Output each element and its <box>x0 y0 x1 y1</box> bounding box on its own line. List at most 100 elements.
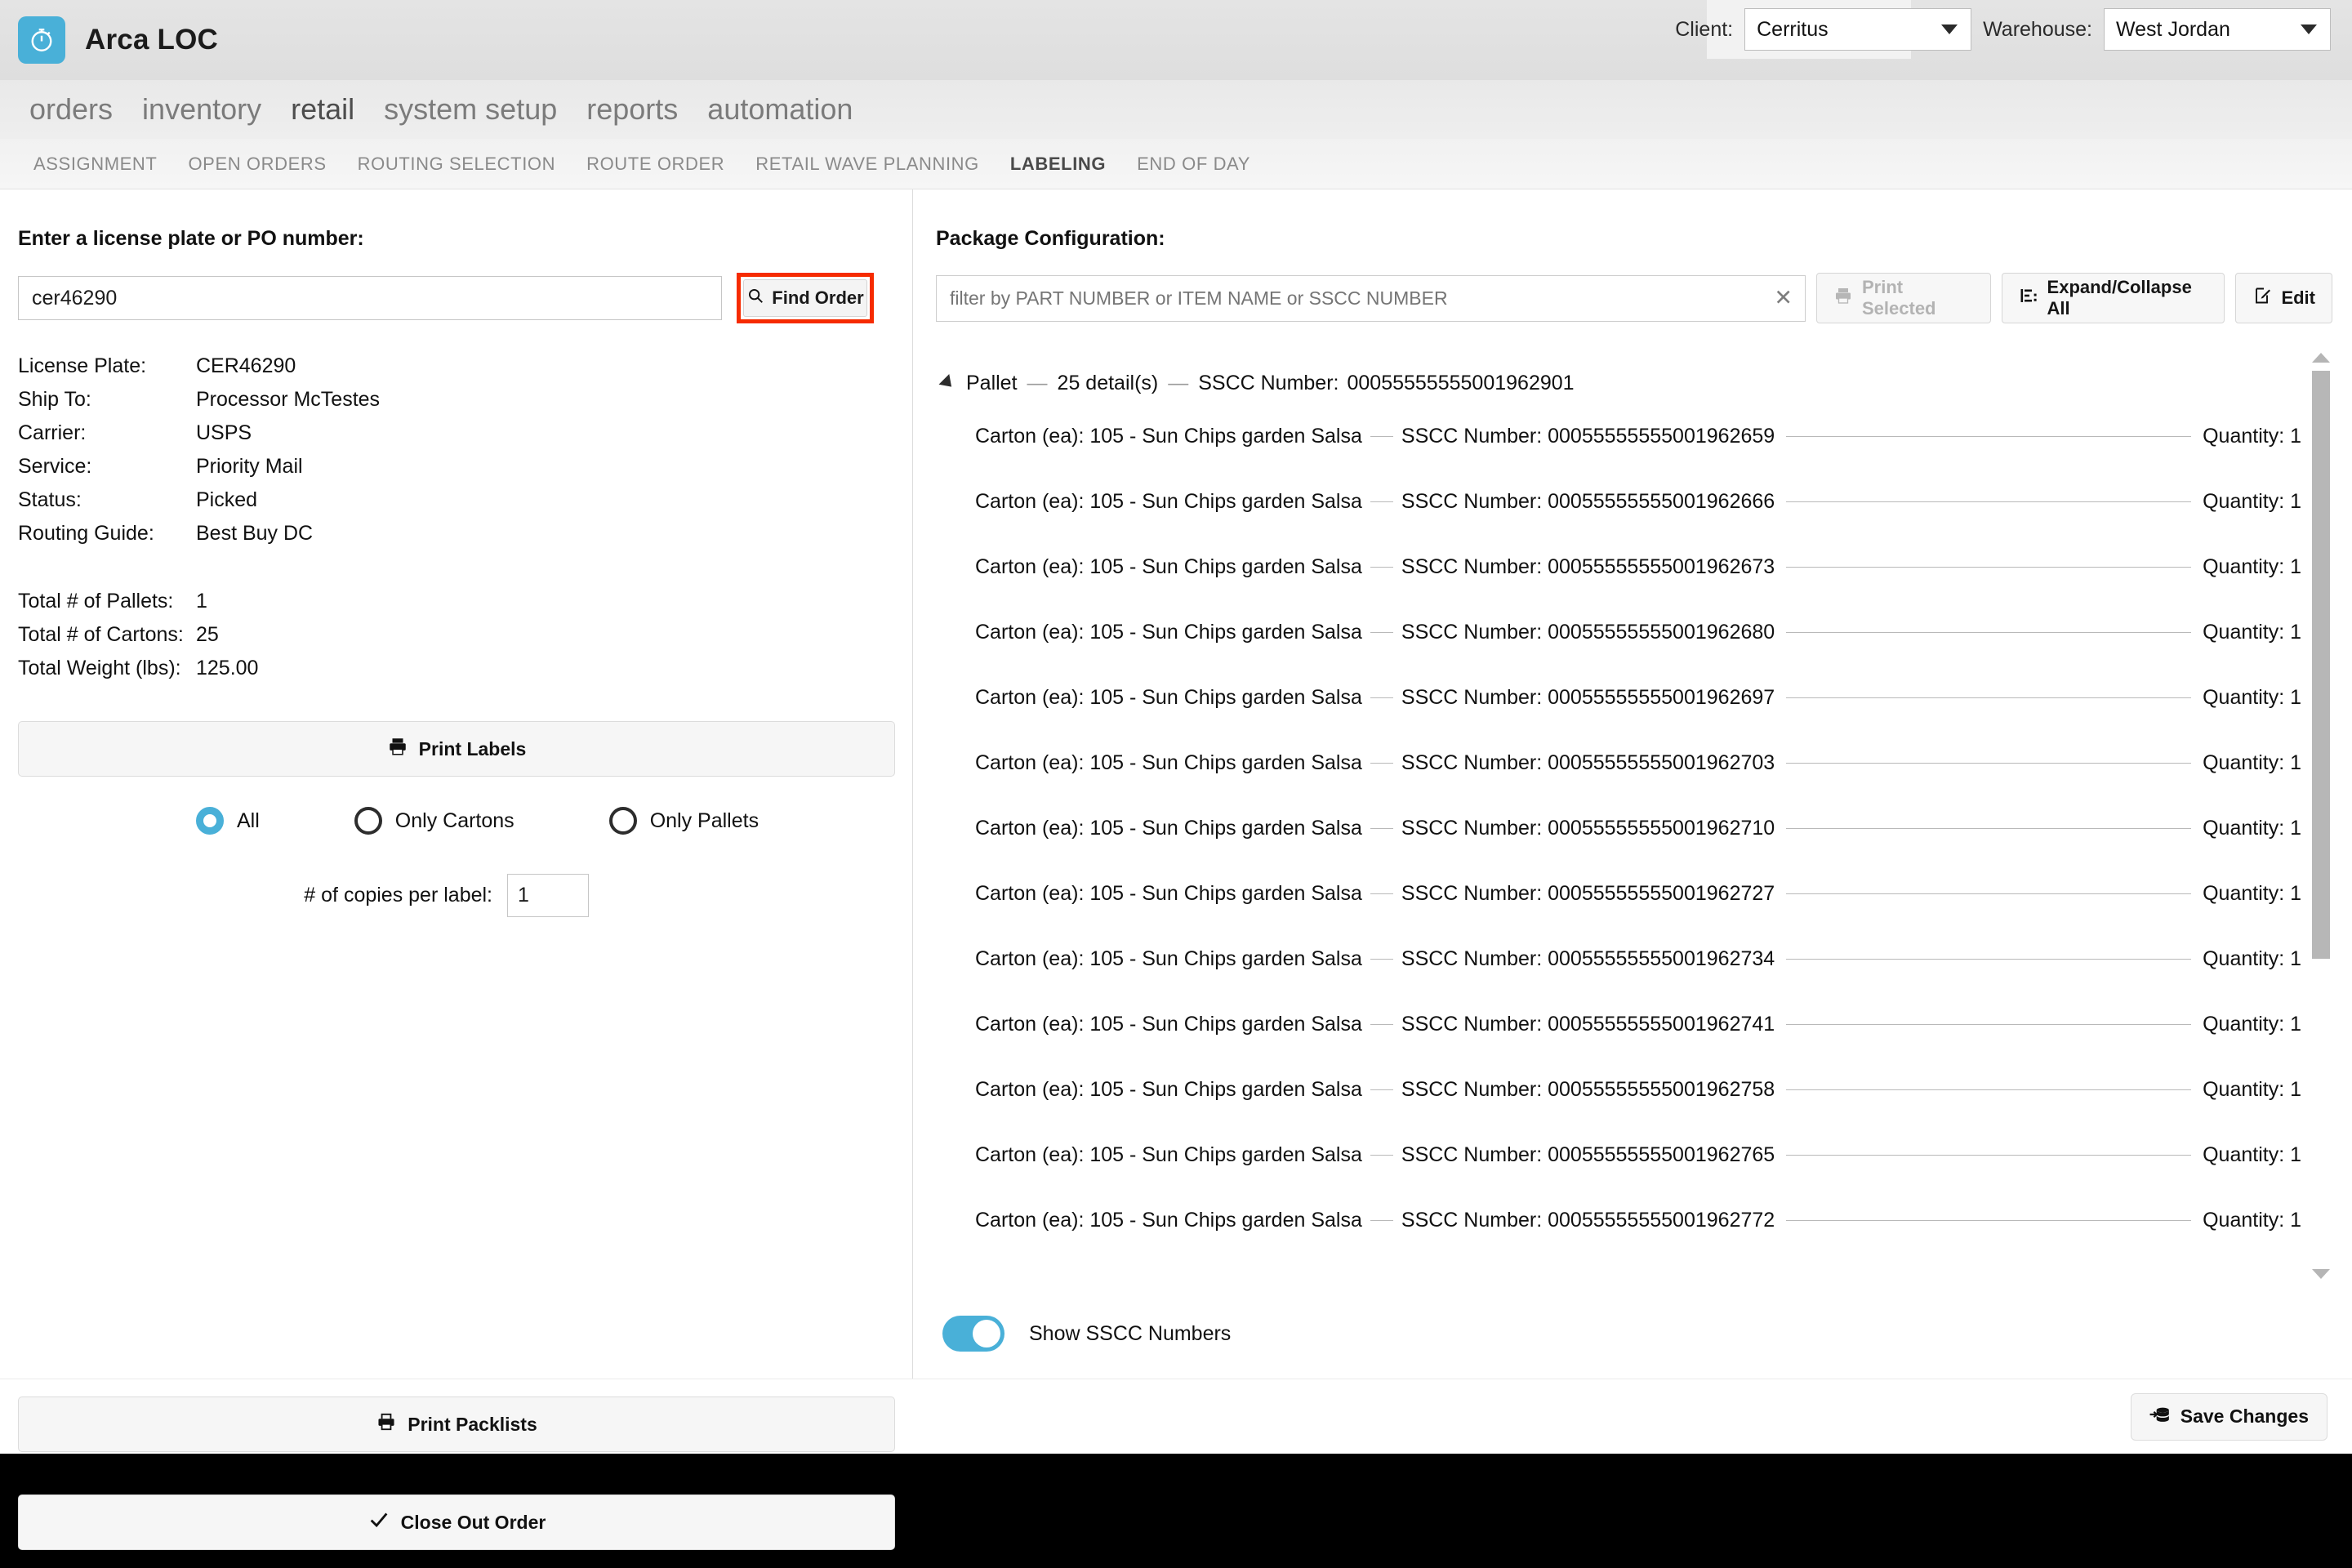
package-tree-wrap: Pallet — 25 detail(s) — SSCC Number: 000… <box>936 348 2332 1289</box>
pallet-row[interactable]: Pallet — 25 detail(s) — SSCC Number: 000… <box>936 363 2310 403</box>
copies-label: # of copies per label: <box>304 884 492 906</box>
carton-quantity: Quantity: 1 <box>2203 424 2301 448</box>
nav-item-orders[interactable]: orders <box>15 92 127 127</box>
carton-sscc: SSCC Number: 00055555555001962666 <box>1401 489 1775 513</box>
save-database-icon <box>2149 1404 2171 1430</box>
edit-label: Edit <box>2281 287 2315 308</box>
total-value: 1 <box>196 590 207 612</box>
carton-quantity: Quantity: 1 <box>2203 881 2301 905</box>
edit-icon <box>2252 286 2272 310</box>
subnav-item-assignment[interactable]: ASSIGNMENT <box>18 154 172 175</box>
copies-row: # of copies per label: <box>18 874 894 917</box>
carton-quantity: Quantity: 1 <box>2203 555 2301 578</box>
carton-description: Carton (ea): 105 - Sun Chips garden Sals… <box>975 685 1362 709</box>
carton-sscc: SSCC Number: 00055555555001962697 <box>1401 685 1775 709</box>
warehouse-select[interactable]: West Jordan <box>2104 8 2331 51</box>
subnav-item-routing-selection[interactable]: ROUTING SELECTION <box>342 154 571 175</box>
carton-row[interactable]: Carton (ea): 105 - Sun Chips garden Sals… <box>936 926 2310 991</box>
print-packlists-button[interactable]: Print Packlists <box>18 1396 895 1452</box>
scroll-up-icon[interactable] <box>2312 353 2330 363</box>
order-totals: Total # of Pallets: 1 Total # of Cartons… <box>18 590 894 690</box>
print-labels-button[interactable]: Print Labels <box>18 721 895 777</box>
divider <box>1370 762 1393 764</box>
carton-quantity: Quantity: 1 <box>2203 1012 2301 1036</box>
radio-only-pallets-label: Only Pallets <box>649 808 760 832</box>
detail-key: Routing Guide: <box>18 522 154 545</box>
carton-row[interactable]: Carton (ea): 105 - Sun Chips garden Sals… <box>936 1057 2310 1122</box>
check-icon <box>368 1508 390 1536</box>
subnav-item-labeling[interactable]: LABELING <box>995 154 1121 175</box>
detail-row: Ship To: Processor McTestes <box>18 388 894 421</box>
chevron-down-icon <box>1941 24 1958 34</box>
carton-row[interactable]: Carton (ea): 105 - Sun Chips garden Sals… <box>936 534 2310 599</box>
close-out-order-button[interactable]: Close Out Order <box>18 1494 895 1550</box>
radio-only-pallets[interactable]: Only Pallets <box>608 807 760 835</box>
nav-item-retail[interactable]: retail <box>276 92 369 127</box>
carton-row[interactable]: Carton (ea): 105 - Sun Chips garden Sals… <box>936 861 2310 926</box>
license-plate-input[interactable] <box>18 276 722 320</box>
radio-only-cartons[interactable]: Only Cartons <box>354 807 514 835</box>
divider: — <box>1168 371 1189 394</box>
radio-all[interactable]: All <box>196 807 260 835</box>
carton-sscc: SSCC Number: 00055555555001962758 <box>1401 1077 1775 1101</box>
nav-item-reports[interactable]: reports <box>572 92 693 127</box>
close-icon[interactable]: ✕ <box>1774 287 1793 310</box>
order-lookup-pane: Enter a license plate or PO number: Find… <box>0 189 913 1550</box>
edit-button[interactable]: Edit <box>2235 273 2332 323</box>
toggle-knob <box>973 1320 1000 1348</box>
lp-prompt: Enter a license plate or PO number: <box>18 227 364 250</box>
divider <box>1786 566 2192 568</box>
detail-value: Priority Mail <box>196 455 303 478</box>
warehouse-label: Warehouse: <box>1983 17 2092 41</box>
divider <box>1786 435 2192 437</box>
save-changes-button[interactable]: Save Changes <box>2130 1392 2328 1441</box>
save-changes-label: Save Changes <box>2180 1405 2309 1427</box>
carton-sscc: SSCC Number: 00055555555001962772 <box>1401 1208 1775 1232</box>
detail-row: Carrier: USPS <box>18 421 894 455</box>
client-label: Client: <box>1675 17 1734 41</box>
detail-key: Ship To: <box>18 388 91 411</box>
carton-row[interactable]: Carton (ea): 105 - Sun Chips garden Sals… <box>936 1187 2310 1253</box>
carton-row[interactable]: Carton (ea): 105 - Sun Chips garden Sals… <box>936 403 2310 469</box>
copies-input[interactable] <box>507 874 589 917</box>
scrollbar-thumb[interactable] <box>2312 371 2330 959</box>
package-configuration-pane: Package Configuration: ✕ Print Selected <box>913 189 2352 1379</box>
nav-item-system-setup[interactable]: system setup <box>369 92 572 127</box>
print-selected-button[interactable]: Print Selected <box>1816 273 1991 323</box>
show-sscc-toggle[interactable] <box>942 1316 1004 1352</box>
divider <box>1786 1154 2192 1156</box>
carton-description: Carton (ea): 105 - Sun Chips garden Sals… <box>975 1077 1362 1101</box>
package-tree-scrollbar[interactable] <box>2310 348 2332 1289</box>
expand-collapse-all-button[interactable]: Expand/Collapse All <box>2001 273 2225 323</box>
chevron-down-icon <box>2301 24 2317 34</box>
client-select[interactable]: Cerritus <box>1744 8 1972 51</box>
radio-icon <box>608 807 637 835</box>
caret-down-icon[interactable] <box>938 374 957 392</box>
package-filter-input[interactable] <box>936 274 1806 322</box>
carton-row[interactable]: Carton (ea): 105 - Sun Chips garden Sals… <box>936 599 2310 665</box>
carton-row[interactable]: Carton (ea): 105 - Sun Chips garden Sals… <box>936 469 2310 534</box>
carton-row[interactable]: Carton (ea): 105 - Sun Chips garden Sals… <box>936 730 2310 795</box>
carton-row[interactable]: Carton (ea): 105 - Sun Chips garden Sals… <box>936 665 2310 730</box>
find-order-button[interactable]: Find Order <box>743 279 867 317</box>
scroll-down-icon[interactable] <box>2312 1269 2330 1279</box>
detail-row: Routing Guide: Best Buy DC <box>18 522 894 555</box>
subnav-item-end-of-day[interactable]: END OF DAY <box>1121 154 1266 175</box>
detail-row: License Plate: CER46290 <box>18 354 894 388</box>
nav-item-automation[interactable]: automation <box>693 92 867 127</box>
carton-quantity: Quantity: 1 <box>2203 1143 2301 1166</box>
divider <box>1786 1219 2192 1221</box>
nav-item-inventory[interactable]: inventory <box>127 92 276 127</box>
radio-only-cartons-label: Only Cartons <box>394 808 514 832</box>
subnav-item-retail-wave-planning[interactable]: RETAIL WAVE PLANNING <box>740 154 995 175</box>
carton-row[interactable]: Carton (ea): 105 - Sun Chips garden Sals… <box>936 795 2310 861</box>
carton-sscc: SSCC Number: 00055555555001962765 <box>1401 1143 1775 1166</box>
client-select-value: Cerritus <box>1757 17 1829 41</box>
carton-row[interactable]: Carton (ea): 105 - Sun Chips garden Sals… <box>936 1122 2310 1187</box>
app-title: Arca LOC <box>85 24 219 56</box>
detail-value: CER46290 <box>196 354 296 377</box>
carton-row[interactable]: Carton (ea): 105 - Sun Chips garden Sals… <box>936 991 2310 1057</box>
subnav-item-route-order[interactable]: ROUTE ORDER <box>571 154 740 175</box>
subnav-item-open-orders[interactable]: OPEN ORDERS <box>172 154 341 175</box>
carton-quantity: Quantity: 1 <box>2203 1077 2301 1101</box>
